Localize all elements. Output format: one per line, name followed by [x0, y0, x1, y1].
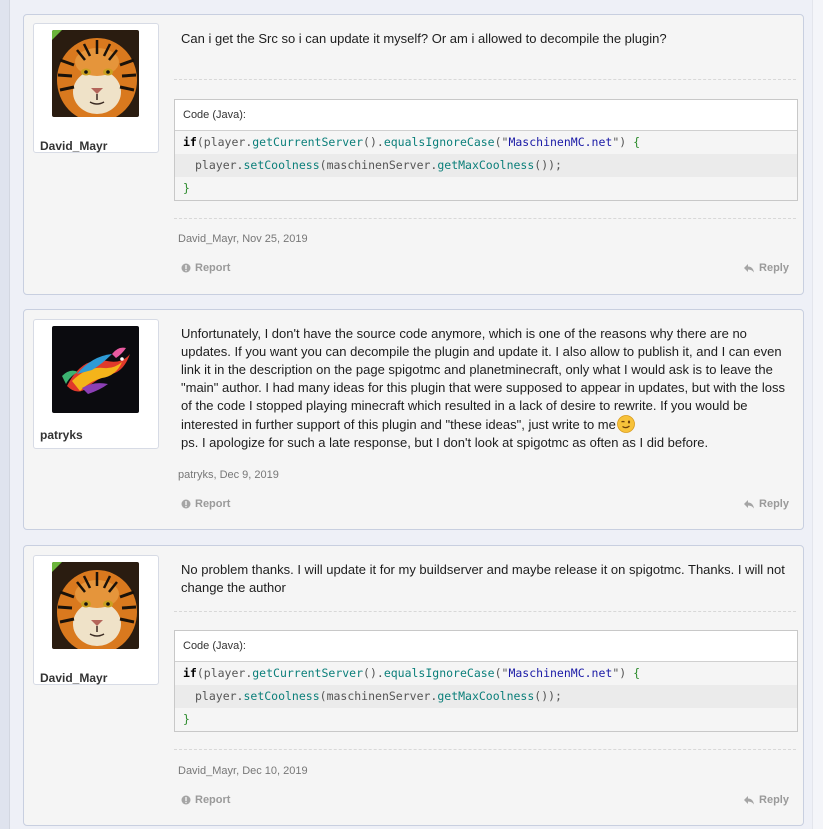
dragon-avatar-icon[interactable]: [52, 326, 139, 413]
code-line: }: [183, 181, 190, 195]
divider: [174, 611, 796, 612]
report-button[interactable]: Report: [181, 794, 230, 806]
wink-emoji-icon: [617, 415, 635, 433]
left-rail: [0, 0, 10, 829]
code-line: player.setCoolness(maschinenServer.getMa…: [175, 685, 797, 708]
code-line: player.setCoolness(maschinenServer.getMa…: [175, 154, 797, 177]
user-card: David_Mayr: [33, 23, 159, 153]
code-header: Code (Java):: [175, 631, 797, 662]
post-message-text: Unfortunately, I don't have the source c…: [181, 326, 785, 432]
user-card: David_Mayr: [33, 555, 159, 685]
user-card: patryks: [33, 319, 159, 449]
reply-button[interactable]: Reply: [743, 794, 789, 806]
tiger-avatar-icon[interactable]: [52, 562, 139, 649]
code-header: Code (Java):: [175, 100, 797, 131]
scrollbar[interactable]: [812, 0, 823, 829]
divider: [174, 79, 796, 80]
code-line: }: [183, 712, 190, 726]
post-meta[interactable]: David_Mayr, Nov 25, 2019: [178, 233, 308, 245]
reply-icon: [743, 499, 755, 509]
reply-icon: [743, 263, 755, 273]
post-message: Unfortunately, I don't have the source c…: [181, 325, 789, 452]
divider: [174, 218, 796, 219]
post-message: No problem thanks. I will update it for …: [181, 562, 785, 595]
post-message: Can i get the Src so i can update it mys…: [181, 31, 667, 46]
reply-button[interactable]: Reply: [743, 498, 789, 510]
username[interactable]: David_Mayr: [40, 671, 107, 685]
post-meta[interactable]: David_Mayr, Dec 10, 2019: [178, 765, 308, 777]
reply-button[interactable]: Reply: [743, 262, 789, 274]
report-icon: [181, 499, 191, 509]
post: David_Mayr Can i get the Src so i can up…: [23, 14, 804, 295]
report-button[interactable]: Report: [181, 498, 230, 510]
reply-icon: [743, 795, 755, 805]
post: patryks Unfortunately, I don't have the …: [23, 309, 804, 530]
username[interactable]: patryks: [40, 428, 83, 442]
report-icon: [181, 795, 191, 805]
report-icon: [181, 263, 191, 273]
tiger-avatar-icon[interactable]: [52, 30, 139, 117]
code-block: Code (Java): if(player.getCurrentServer(…: [174, 99, 798, 201]
post-meta[interactable]: patryks, Dec 9, 2019: [178, 469, 279, 481]
code-line: if(player.getCurrentServer().equalsIgnor…: [183, 135, 641, 149]
username[interactable]: David_Mayr: [40, 139, 107, 153]
code-line: if(player.getCurrentServer().equalsIgnor…: [183, 666, 641, 680]
code-block: Code (Java): if(player.getCurrentServer(…: [174, 630, 798, 732]
post: David_Mayr No problem thanks. I will upd…: [23, 545, 804, 826]
divider: [174, 749, 796, 750]
post-message-ps: ps. I apologize for such a late response…: [181, 435, 709, 450]
report-button[interactable]: Report: [181, 262, 230, 274]
